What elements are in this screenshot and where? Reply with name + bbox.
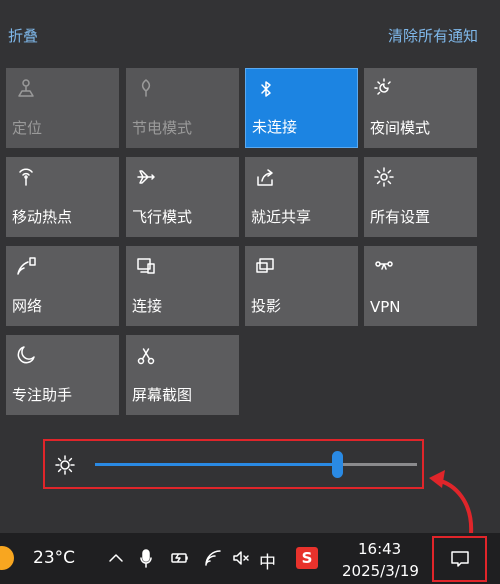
clock-time[interactable]: 16:43 [358, 540, 401, 558]
tile-connect[interactable]: 连接 [126, 246, 239, 326]
tile-airplane-mode[interactable]: 飞行模式 [126, 157, 239, 237]
tile-label: 移动热点 [12, 208, 73, 226]
brightness-slider-fill [95, 463, 337, 466]
nearby-share-icon [254, 166, 276, 188]
tile-label: 网络 [12, 297, 43, 315]
tile-label: 夜间模式 [370, 119, 431, 137]
battery-icon[interactable] [170, 550, 190, 566]
tile-nearby-share[interactable]: 就近共享 [245, 157, 358, 237]
sun-icon [54, 454, 76, 476]
tile-vpn[interactable]: VPN [364, 246, 477, 326]
battery-saver-icon [135, 77, 157, 99]
tile-label: VPN [370, 298, 401, 316]
hotspot-icon [15, 166, 37, 188]
gear-icon [373, 166, 395, 188]
tile-label: 专注助手 [12, 386, 73, 404]
microphone-icon[interactable] [138, 548, 154, 568]
wifi-icon[interactable] [203, 548, 223, 568]
brightness-slider-thumb[interactable] [332, 451, 343, 478]
tile-hotspot[interactable]: 移动热点 [6, 157, 119, 237]
tile-label: 投影 [251, 297, 282, 315]
collapse-link[interactable]: 折叠 [8, 25, 38, 46]
tile-all-settings[interactable]: 所有设置 [364, 157, 477, 237]
tile-label: 节电模式 [132, 119, 193, 137]
screen-snip-icon [135, 344, 157, 366]
sogou-input-icon[interactable]: S [296, 547, 318, 569]
tile-network[interactable]: 网络 [6, 246, 119, 326]
notification-center-button[interactable] [432, 536, 487, 582]
tile-label: 未连接 [252, 118, 298, 136]
vpn-icon [373, 255, 395, 277]
volume-mute-icon[interactable] [231, 548, 251, 568]
annotation-arrow-icon [429, 470, 474, 536]
weather-sun-icon[interactable] [0, 546, 14, 570]
tile-label: 飞行模式 [132, 208, 193, 226]
network-icon [15, 255, 37, 277]
tile-label: 所有设置 [370, 208, 431, 226]
ime-chinese-icon[interactable]: 中 [259, 548, 276, 573]
tile-label: 就近共享 [251, 208, 312, 226]
tile-focus-assist[interactable]: 专注助手 [6, 335, 119, 415]
tile-label: 屏幕截图 [132, 386, 193, 404]
tile-battery-saver[interactable]: 节电模式 [126, 68, 239, 148]
airplane-icon [135, 166, 157, 188]
bluetooth-icon [255, 78, 277, 100]
tile-screen-snip[interactable]: 屏幕截图 [126, 335, 239, 415]
location-icon [15, 77, 37, 99]
tile-location[interactable]: 定位 [6, 68, 119, 148]
clock-date[interactable]: 2025/3/19 [342, 562, 419, 580]
taskbar: 23°C 中 S 16:43 2025/3/19 [0, 533, 500, 584]
project-icon [254, 255, 276, 277]
brightness-control [43, 439, 424, 489]
connect-icon [135, 255, 157, 277]
night-light-icon [373, 77, 395, 99]
chevron-up-icon[interactable] [107, 549, 125, 567]
tile-night-light[interactable]: 夜间模式 [364, 68, 477, 148]
clear-all-notifications-link[interactable]: 清除所有通知 [388, 25, 478, 46]
tile-project[interactable]: 投影 [245, 246, 358, 326]
brightness-slider[interactable] [95, 451, 417, 478]
tile-bluetooth[interactable]: 未连接 [245, 68, 358, 148]
tile-label: 定位 [12, 119, 43, 137]
temperature-label[interactable]: 23°C [33, 548, 75, 568]
notification-icon [450, 549, 470, 569]
moon-icon [15, 344, 37, 366]
tile-label: 连接 [132, 297, 163, 315]
